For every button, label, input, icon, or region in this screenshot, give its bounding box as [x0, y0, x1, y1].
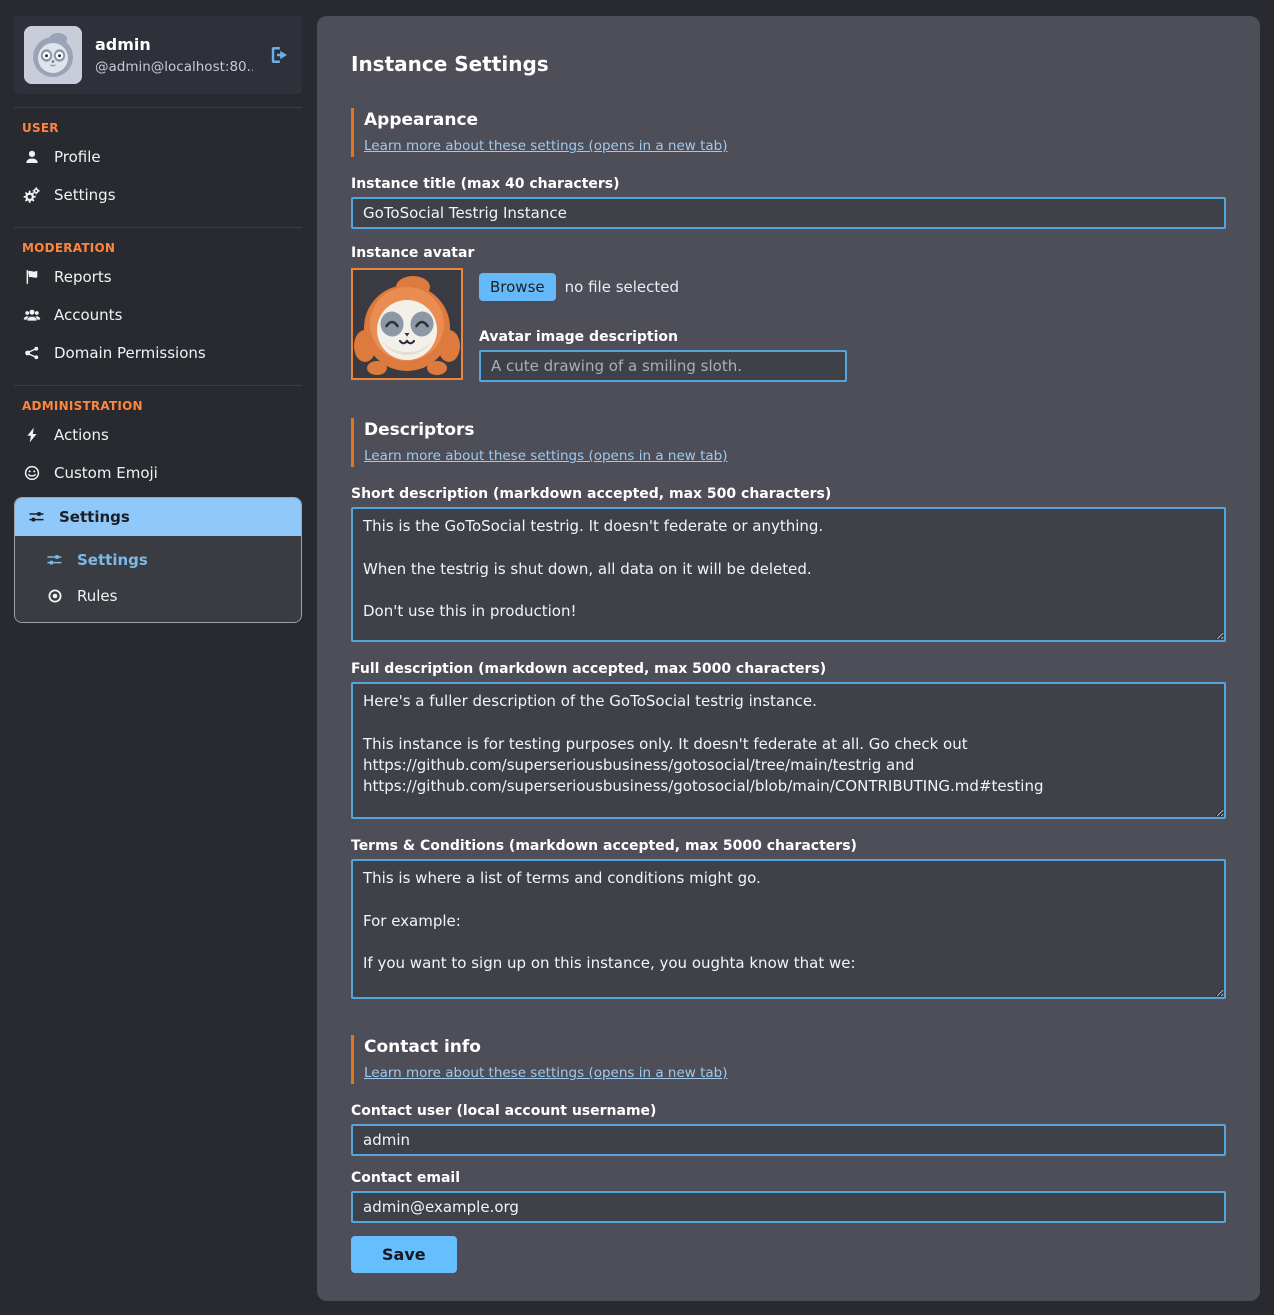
- sidebar-item-label: Profile: [54, 148, 101, 166]
- user-card: admin @admin@localhost:80...: [14, 16, 302, 94]
- submenu-item-label: Rules: [77, 587, 117, 605]
- sidebar-item-settings-active[interactable]: Settings: [15, 498, 301, 536]
- learn-more-link[interactable]: Learn more about these settings (opens i…: [364, 138, 727, 154]
- user-info: admin @admin@localhost:80...: [95, 35, 253, 75]
- save-button[interactable]: Save: [351, 1236, 457, 1273]
- sliders-icon: [45, 552, 64, 568]
- short-description-textarea[interactable]: This is the GoToSocial testrig. It doesn…: [351, 507, 1226, 642]
- user-avatar: [24, 26, 82, 84]
- sidebar-item-profile[interactable]: Profile: [14, 138, 302, 176]
- browse-button[interactable]: Browse: [479, 273, 556, 301]
- nav-section-administration: ADMINISTRATION Actions Custom Emoji: [14, 385, 302, 623]
- avatar-description-input[interactable]: [479, 350, 847, 382]
- instance-avatar-label: Instance avatar: [351, 245, 1226, 261]
- sidebar-item-reports[interactable]: Reports: [14, 258, 302, 296]
- instance-avatar-controls: Browse no file selected Avatar image des…: [479, 268, 847, 382]
- instance-avatar-preview: [351, 268, 463, 380]
- section-header-contact: Contact info Learn more about these sett…: [351, 1035, 1226, 1084]
- submenu-item-label: Settings: [77, 551, 148, 569]
- contact-user-input[interactable]: [351, 1124, 1226, 1156]
- avatar-description-label: Avatar image description: [479, 329, 847, 345]
- sloth-avatar-orange: [353, 270, 461, 378]
- sidebar-item-label: Settings: [54, 186, 116, 204]
- sidebar-item-user-settings[interactable]: Settings: [14, 176, 302, 214]
- instance-title-label: Instance title (max 40 characters): [351, 176, 1226, 192]
- sidebar-item-label: Custom Emoji: [54, 464, 158, 482]
- nav-section-label: MODERATION: [14, 238, 302, 258]
- settings-submenu: Settings Rules: [15, 536, 301, 622]
- sidebar-item-label: Reports: [54, 268, 112, 286]
- users-icon: [22, 307, 41, 323]
- nav-section-label: ADMINISTRATION: [14, 396, 302, 416]
- submenu-item-rules[interactable]: Rules: [15, 578, 301, 614]
- sidebar-item-custom-emoji[interactable]: Custom Emoji: [14, 454, 302, 492]
- section-header-appearance: Appearance Learn more about these settin…: [351, 108, 1226, 157]
- section-heading: Descriptors: [364, 420, 1226, 440]
- sidebar-item-accounts[interactable]: Accounts: [14, 296, 302, 334]
- submenu-item-settings[interactable]: Settings: [15, 542, 301, 578]
- bolt-icon: [22, 427, 41, 443]
- terms-label: Terms & Conditions (markdown accepted, m…: [351, 838, 1226, 854]
- section-header-descriptors: Descriptors Learn more about these setti…: [351, 418, 1226, 467]
- nav-section-moderation: MODERATION Reports Accounts: [14, 227, 302, 372]
- sidebar-item-label: Actions: [54, 426, 109, 444]
- user-name: admin: [95, 35, 253, 54]
- learn-more-link[interactable]: Learn more about these settings (opens i…: [364, 448, 727, 464]
- full-description-label: Full description (markdown accepted, max…: [351, 661, 1226, 677]
- sidebar-item-label: Accounts: [54, 306, 122, 324]
- sliders-icon: [27, 509, 46, 525]
- sidebar-item-actions[interactable]: Actions: [14, 416, 302, 454]
- section-heading: Appearance: [364, 110, 1226, 130]
- contact-email-input[interactable]: [351, 1191, 1226, 1223]
- nav-section-user: USER Profile: [14, 107, 302, 214]
- learn-more-link[interactable]: Learn more about these settings (opens i…: [364, 1065, 727, 1081]
- app-layout: admin @admin@localhost:80... USER Profil…: [0, 0, 1274, 1315]
- sign-out-icon: [268, 44, 290, 66]
- sloth-avatar-gray: [24, 26, 82, 84]
- share-nodes-icon: [22, 345, 41, 361]
- page-title: Instance Settings: [351, 52, 1226, 76]
- sidebar-item-domain-permissions[interactable]: Domain Permissions: [14, 334, 302, 372]
- nav-section-label: USER: [14, 118, 302, 138]
- file-input-row: Browse no file selected: [479, 273, 847, 301]
- settings-nav-group: Settings Settings: [14, 497, 302, 623]
- circle-dot-icon: [45, 588, 64, 604]
- section-heading: Contact info: [364, 1037, 1226, 1057]
- smiley-icon: [22, 465, 41, 481]
- full-description-textarea[interactable]: Here's a fuller description of the GoToS…: [351, 682, 1226, 819]
- contact-user-label: Contact user (local account username): [351, 1103, 1226, 1119]
- contact-email-label: Contact email: [351, 1170, 1226, 1186]
- user-handle: @admin@localhost:80...: [95, 59, 253, 75]
- logout-button[interactable]: [266, 42, 292, 68]
- user-icon: [22, 149, 41, 165]
- main-panel: Instance Settings Appearance Learn more …: [317, 16, 1260, 1301]
- sidebar-item-label: Domain Permissions: [54, 344, 206, 362]
- sidebar-item-label: Settings: [59, 508, 130, 526]
- terms-textarea[interactable]: This is where a list of terms and condit…: [351, 859, 1226, 999]
- short-description-label: Short description (markdown accepted, ma…: [351, 486, 1226, 502]
- instance-title-input[interactable]: [351, 197, 1226, 229]
- gears-icon: [22, 187, 41, 204]
- file-status-text: no file selected: [565, 278, 679, 296]
- instance-avatar-block: Browse no file selected Avatar image des…: [351, 268, 1226, 382]
- flag-icon: [22, 269, 41, 285]
- sidebar: admin @admin@localhost:80... USER Profil…: [14, 16, 302, 623]
